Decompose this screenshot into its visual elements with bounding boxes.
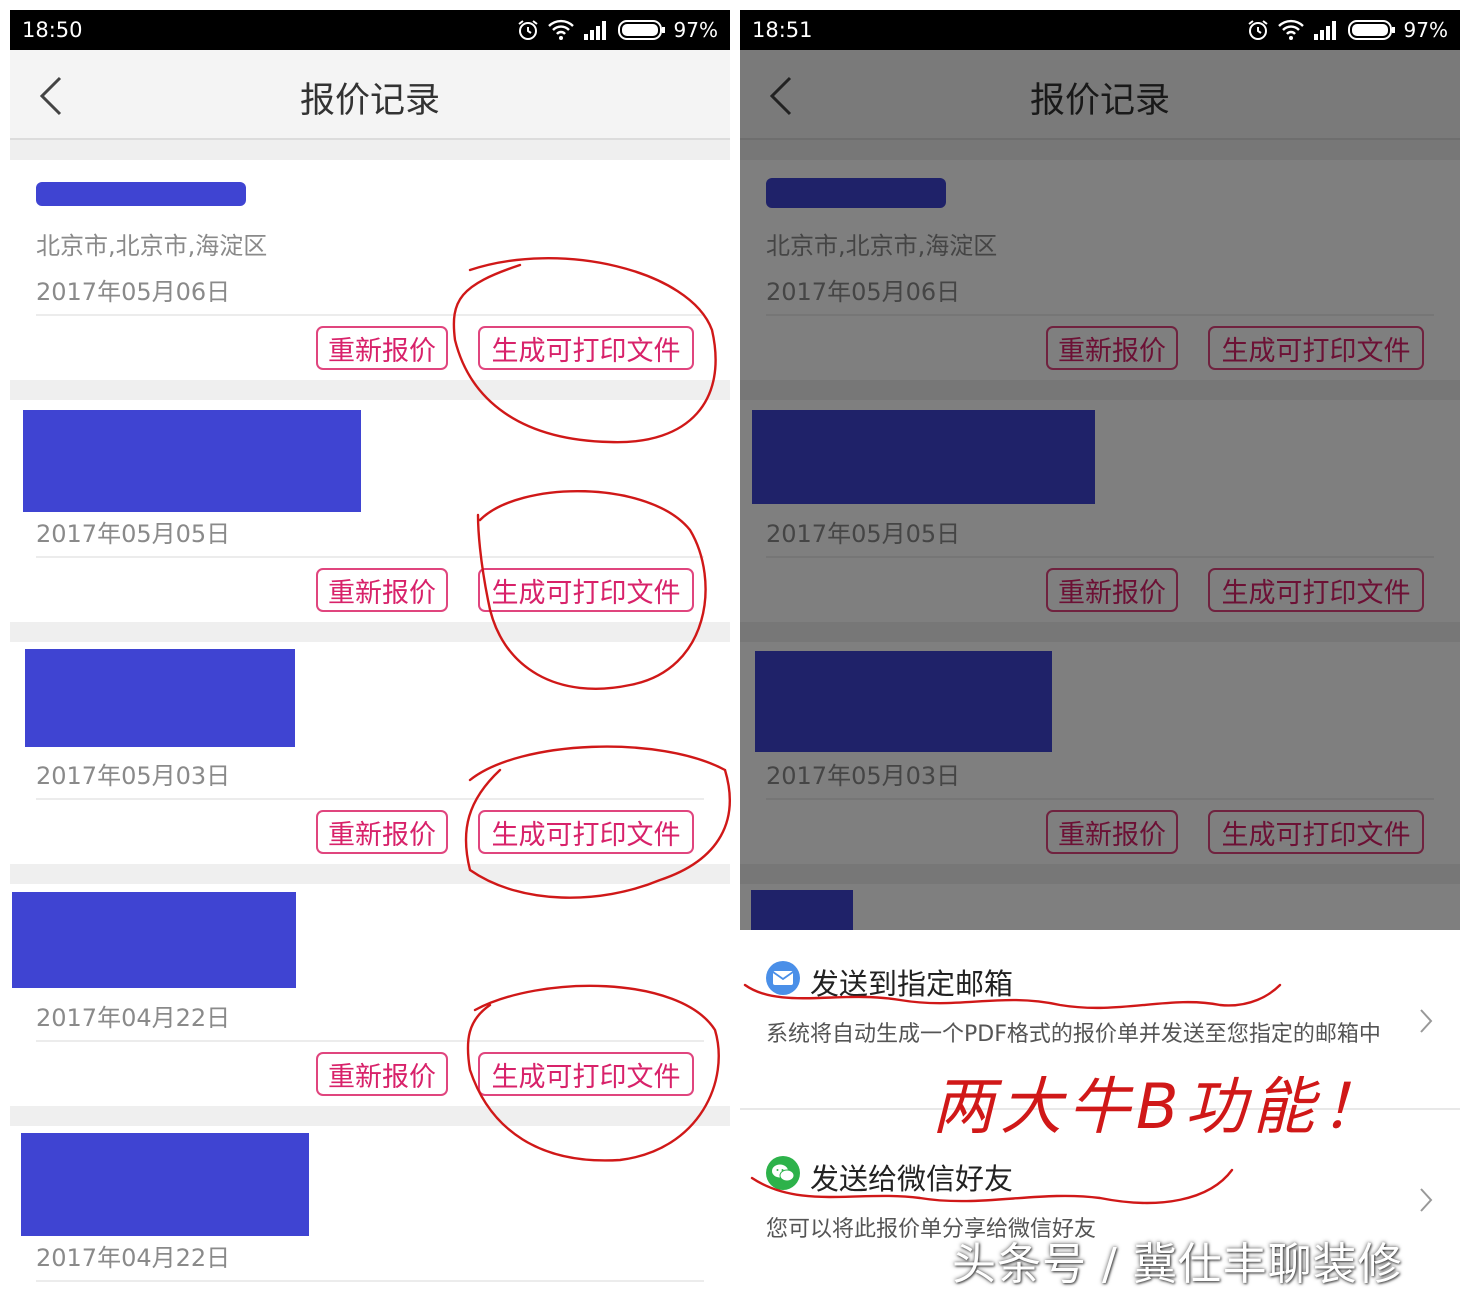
app-header: 报价记录	[740, 50, 1460, 140]
phone-screen-right: 18:51 97% 报价记录 北京市,北京市,海淀区 2017年05月06日 重…	[740, 10, 1460, 1300]
requote-button[interactable]: 重新报价	[316, 810, 448, 854]
record-address: 北京市,北京市,海淀区	[766, 232, 998, 260]
record-address: 北京市,北京市,海淀区	[36, 232, 268, 260]
status-time: 18:51	[752, 18, 813, 42]
battery-icon	[617, 20, 665, 40]
wechat-icon	[766, 1156, 800, 1190]
wifi-icon	[1277, 19, 1304, 40]
record-date: 2017年05月03日	[36, 762, 231, 790]
battery-percent: 97%	[673, 18, 718, 42]
wechat-option-title: 发送给微信好友	[810, 1162, 1014, 1196]
redacted-name	[25, 649, 295, 747]
share-option-email[interactable]: 发送到指定邮箱 系统将自动生成一个PDF格式的报价单并发送至您指定的邮箱中	[740, 930, 1460, 1108]
battery-percent: 97%	[1403, 18, 1448, 42]
requote-button[interactable]: 重新报价	[316, 326, 448, 370]
app-header: 报价记录	[10, 50, 730, 140]
record-card: 2017年05月03日 重新报价 生成可打印文件	[10, 642, 730, 864]
record-card: 2017年05月03日 重新报价 生成可打印文件	[740, 642, 1460, 864]
redacted-name	[12, 892, 296, 988]
record-date: 2017年05月06日	[36, 278, 231, 306]
record-date: 2017年05月03日	[766, 762, 961, 790]
requote-button[interactable]: 重新报价	[1046, 810, 1178, 854]
status-time: 18:50	[22, 18, 83, 42]
record-card: 北京市,北京市,海淀区 2017年05月06日 重新报价 生成可打印文件	[740, 160, 1460, 380]
generate-printable-button[interactable]: 生成可打印文件	[1208, 810, 1424, 854]
redacted-name	[766, 178, 946, 208]
page-title: 报价记录	[299, 81, 440, 121]
generate-printable-button[interactable]: 生成可打印文件	[1208, 326, 1424, 370]
requote-button[interactable]: 重新报价	[316, 568, 448, 612]
record-date: 2017年04月22日	[36, 1004, 231, 1032]
record-date: 2017年05月06日	[766, 278, 961, 306]
redacted-name	[755, 651, 1052, 752]
generate-printable-button[interactable]: 生成可打印文件	[1208, 568, 1424, 612]
requote-button[interactable]: 重新报价	[1046, 326, 1178, 370]
watermark: 头条号 / 冀仕丰聊装修	[952, 1239, 1403, 1290]
redacted-name	[21, 1133, 309, 1236]
record-date: 2017年04月22日	[36, 1244, 231, 1272]
chevron-right-icon	[1420, 1009, 1433, 1033]
redacted-name	[752, 410, 1095, 504]
status-bar: 18:50 97%	[10, 10, 730, 50]
status-bar: 18:51 97%	[740, 10, 1460, 50]
record-date: 2017年05月05日	[766, 520, 961, 548]
signal-icon	[583, 21, 606, 40]
generate-printable-button[interactable]: 生成可打印文件	[478, 1052, 694, 1096]
page-title: 报价记录	[1029, 81, 1170, 121]
signal-icon	[1313, 21, 1336, 40]
alarm-icon	[1247, 20, 1268, 40]
wifi-icon	[547, 19, 574, 40]
chevron-right-icon	[1420, 1188, 1433, 1212]
record-card: 2017年05月05日 重新报价 生成可打印文件	[10, 400, 730, 622]
requote-button[interactable]: 重新报价	[316, 1052, 448, 1096]
battery-icon	[1347, 20, 1395, 40]
mail-icon	[766, 961, 800, 995]
requote-button[interactable]: 重新报价	[1046, 568, 1178, 612]
record-date: 2017年05月05日	[36, 520, 231, 548]
generate-printable-button[interactable]: 生成可打印文件	[478, 568, 694, 612]
record-card: 北京市,北京市,海淀区 2017年05月06日 重新报价 生成可打印文件	[10, 160, 730, 380]
email-option-desc: 系统将自动生成一个PDF格式的报价单并发送至您指定的邮箱中	[766, 1022, 1381, 1047]
redacted-name	[23, 410, 361, 512]
record-card: 2017年05月05日 重新报价 生成可打印文件	[740, 400, 1460, 622]
email-option-title: 发送到指定邮箱	[810, 967, 1014, 1001]
generate-printable-button[interactable]: 生成可打印文件	[478, 810, 694, 854]
generate-printable-button[interactable]: 生成可打印文件	[478, 326, 694, 370]
record-card: 2017年04月22日 重新报价 生成可打印文件	[10, 884, 730, 1106]
alarm-icon	[517, 20, 538, 40]
record-card: 2017年04月22日	[10, 1126, 730, 1300]
phone-screen-left: 18:50 97% 报价记录 北京市,北京市,海淀区 2017年05月06日 重…	[10, 10, 730, 1300]
redacted-name	[36, 182, 246, 206]
